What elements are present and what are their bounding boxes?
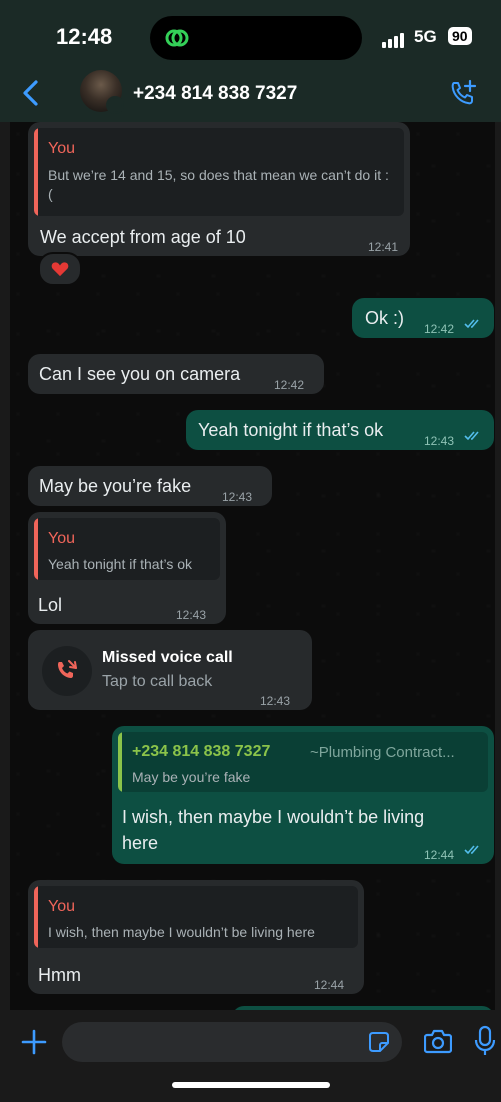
message-bubble-outgoing[interactable]: Ok :) 12:42: [352, 298, 494, 338]
quote-author: +234 814 838 7327: [132, 743, 271, 760]
contact-avatar[interactable]: [80, 70, 124, 114]
quote-author: You: [48, 140, 75, 157]
read-ticks-icon: [464, 431, 479, 441]
call-title: Missed voice call: [102, 649, 233, 666]
dynamic-island: [150, 16, 362, 60]
message-text: Yeah tonight if that’s ok: [198, 420, 384, 440]
quoted-message[interactable]: +234 814 838 7327 ~Plumbing Contract... …: [118, 732, 488, 792]
heart-reaction[interactable]: [38, 252, 82, 286]
quoted-message[interactable]: You Yeah tonight if that’s ok: [34, 518, 220, 580]
message-time: 12:41: [367, 240, 398, 254]
contact-name[interactable]: +234 814 838 7327: [133, 83, 297, 105]
missed-call-icon: [42, 646, 92, 696]
message-time: 12:43: [260, 694, 291, 708]
quote-author: You: [48, 898, 75, 915]
message-text: May be you’re fake: [39, 476, 192, 496]
cellular-signal-icon: [382, 30, 406, 48]
quote-text: Yeah tonight if that’s ok: [48, 556, 192, 572]
message-text-line2: here: [122, 833, 159, 853]
missed-call-bubble[interactable]: Missed voice call Tap to call back 12:43: [28, 630, 312, 710]
microphone-icon[interactable]: [474, 1025, 496, 1057]
heart-icon: [51, 262, 69, 277]
quote-author: You: [48, 530, 75, 547]
camera-icon[interactable]: [424, 1028, 452, 1054]
message-time: 12:43: [222, 490, 253, 504]
quoted-message[interactable]: You But we’re 14 and 15, so does that me…: [34, 128, 404, 216]
status-ring-icon: [106, 96, 124, 114]
status-bar: 12:48 5G 90: [0, 0, 501, 64]
message-bubble-incoming[interactable]: Can I see you on camera 12:42: [28, 354, 324, 394]
read-ticks-icon: [464, 845, 479, 855]
chat-header: +234 814 838 7327: [0, 64, 501, 122]
quote-text: I wish, then maybe I wouldn’t be living …: [48, 924, 315, 940]
composer-bar: [0, 1010, 501, 1102]
device-frame-left: [0, 0, 10, 1102]
message-list[interactable]: You But we’re 14 and 15, so does that me…: [10, 122, 495, 1010]
message-bubble-incoming[interactable]: May be you’re fake 12:43: [28, 466, 272, 506]
home-indicator[interactable]: [172, 1082, 330, 1088]
message-text: Lol: [38, 595, 63, 615]
battery-indicator: 90: [448, 27, 472, 45]
quoted-message[interactable]: You I wish, then maybe I wouldn’t be liv…: [34, 886, 358, 948]
message-bubble-incoming[interactable]: You I wish, then maybe I wouldn’t be liv…: [28, 880, 364, 994]
message-text: Can I see you on camera: [39, 364, 241, 384]
read-ticks-icon: [464, 319, 479, 329]
quote-author-extra: ~Plumbing Contract...: [310, 744, 455, 761]
add-call-icon[interactable]: [448, 78, 478, 108]
call-subtitle: Tap to call back: [102, 673, 213, 690]
network-type: 5G: [414, 27, 437, 46]
message-text: We accept from age of 10: [40, 227, 246, 247]
sticker-icon[interactable]: [368, 1031, 390, 1053]
quote-text: May be you’re fake: [132, 769, 251, 785]
message-text: Ok :): [365, 308, 404, 328]
message-bubble-outgoing[interactable]: Yeah tonight if that’s ok 12:43: [186, 410, 494, 450]
message-text: Hmm: [38, 965, 81, 985]
message-bubble-outgoing[interactable]: +234 814 838 7327 ~Plumbing Contract... …: [112, 726, 494, 864]
call-link-icon: [165, 29, 189, 47]
message-time: 12:43: [424, 434, 455, 448]
message-bubble-incoming[interactable]: You But we’re 14 and 15, so does that me…: [28, 122, 410, 256]
message-bubble-incoming[interactable]: You Yeah tonight if that’s ok Lol 12:43: [28, 512, 226, 624]
phone-screen: 12:48 5G 90 +234 814 838 7327 You But we…: [0, 0, 501, 1102]
status-time: 12:48: [56, 24, 113, 49]
plus-icon[interactable]: [20, 1028, 48, 1056]
message-time: 12:44: [424, 848, 455, 862]
message-time: 12:42: [274, 378, 305, 392]
message-text-line1: I wish, then maybe I wouldn’t be living: [122, 807, 425, 827]
message-time: 12:44: [314, 978, 345, 992]
message-input[interactable]: [62, 1022, 402, 1062]
quote-text: But we’re 14 and 15, so does that mean w…: [48, 167, 389, 202]
message-time: 12:43: [176, 608, 207, 622]
device-frame-right: [495, 0, 501, 1102]
message-time: 12:42: [424, 322, 455, 336]
back-chevron-icon[interactable]: [18, 78, 44, 108]
